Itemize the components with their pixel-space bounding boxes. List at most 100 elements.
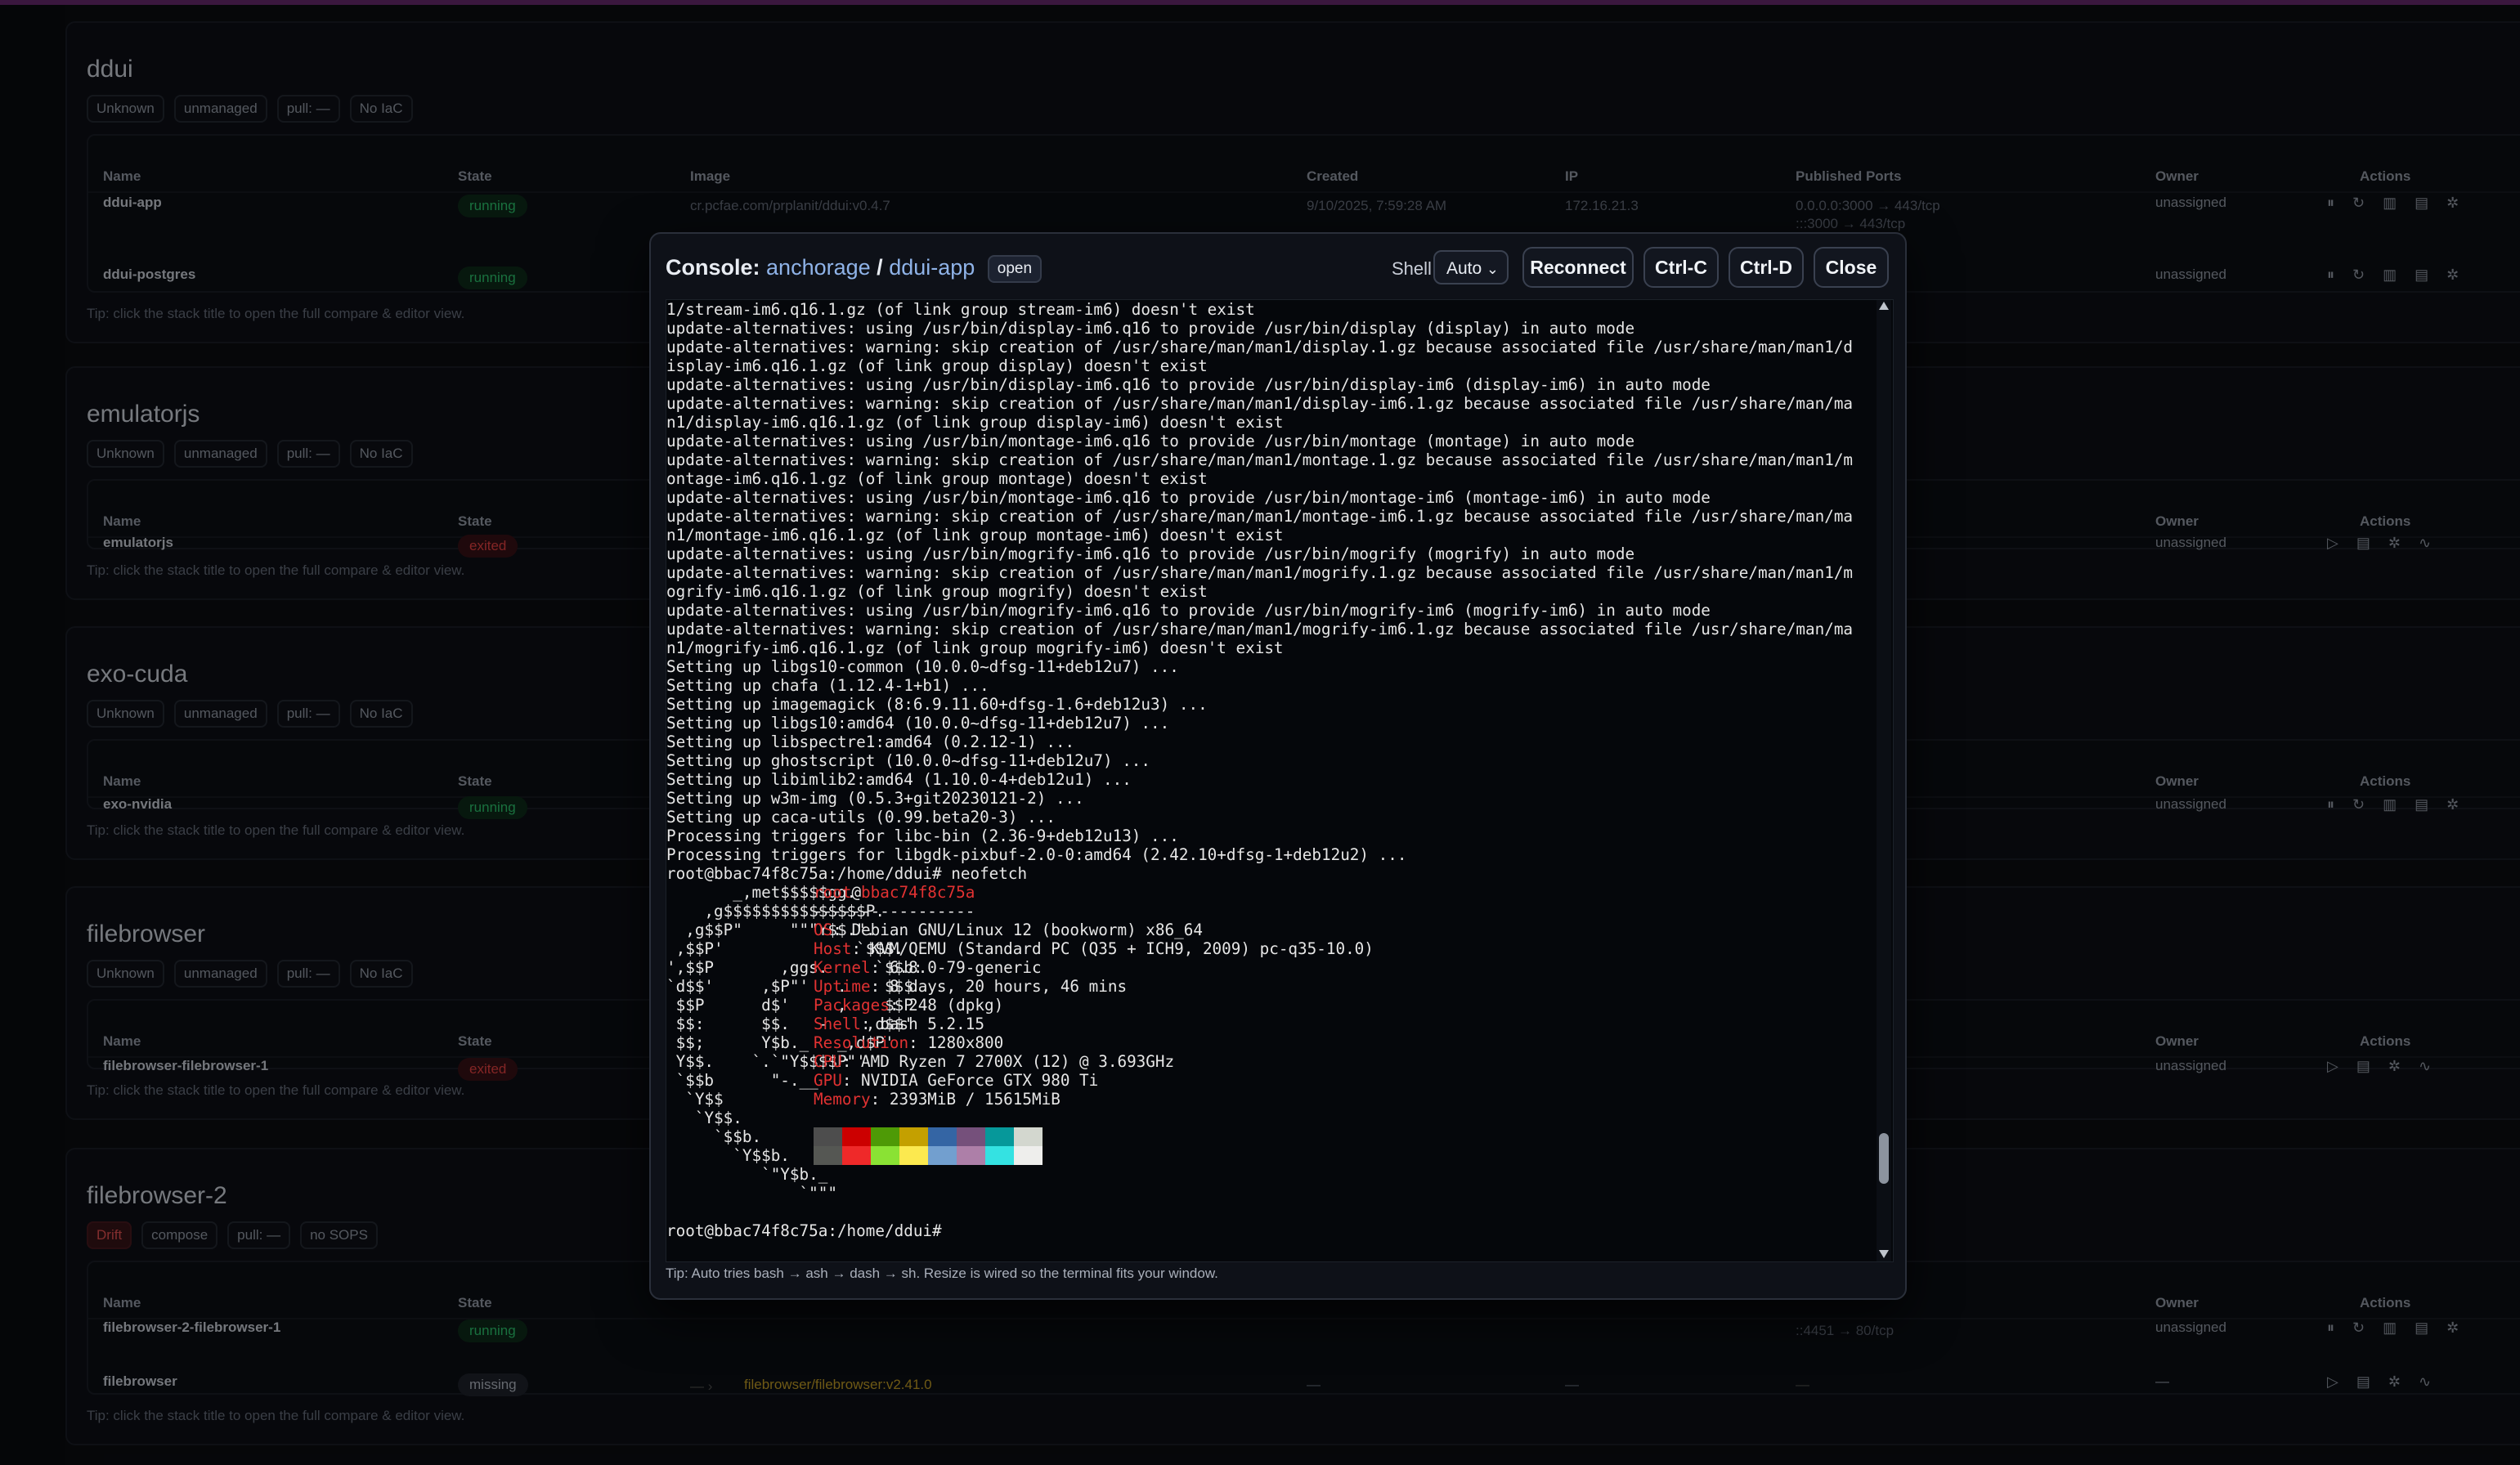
terminal-blank	[666, 1203, 1877, 1221]
neofetch-host: bbac74f8c75a	[861, 883, 975, 902]
neofetch-line: Y$$. `.`"Y$$$$P"' CPU: AMD Ryzen 7 2700X …	[666, 1052, 1877, 1071]
neofetch-info-line: OS: Debian GNU/Linux 12 (bookworm) x86_6…	[814, 921, 1203, 939]
close-button[interactable]: Close	[1814, 247, 1889, 288]
palette-swatch	[957, 1146, 985, 1165]
console-title-separator: /	[877, 255, 883, 280]
console-title: Console: anchorage / ddui-app open	[666, 255, 1043, 283]
palette-swatch	[814, 1146, 842, 1165]
ctrl-d-button[interactable]: Ctrl-D	[1729, 247, 1804, 288]
terminal-line: update-alternatives: using /usr/bin/mont…	[666, 432, 1635, 450]
neofetch-key: Uptime	[814, 977, 871, 996]
terminal-line: Setting up w3m-img (0.5.3+git20230121-2)…	[666, 789, 1084, 808]
open-status-badge: open	[987, 255, 1043, 283]
palette-swatch	[842, 1127, 871, 1146]
terminal-line: update-alternatives: using /usr/bin/disp…	[666, 375, 1711, 394]
neofetch-line: _,met$$$$$gg. root@bbac74f8c75a	[666, 883, 1877, 902]
console-host-link[interactable]: anchorage	[766, 255, 871, 280]
neofetch-user: root	[814, 883, 852, 902]
neofetch-key: Shell	[814, 1015, 862, 1033]
neofetch-value: KVM/QEMU (Standard PC (Q35 + ICH9, 2009)…	[870, 939, 1374, 958]
neofetch-info-line: Resolution: 1280x800	[814, 1033, 1003, 1052]
console-label: Console:	[666, 255, 760, 280]
neofetch-line: ',$$P ,ggs. `$$b: Kernel: 6.8.0-79-generi…	[666, 958, 1877, 977]
terminal-line: update-alternatives: using /usr/bin/mogr…	[666, 601, 1711, 620]
shell-select[interactable]: Auto ⌄	[1433, 250, 1509, 284]
neofetch-value: Debian GNU/Linux 12 (bookworm) x86_64	[851, 921, 1203, 939]
palette-swatch	[957, 1127, 985, 1146]
neofetch-key: Memory	[814, 1090, 871, 1109]
neofetch-info-line: Memory: 2393MiB / 15615MiB	[814, 1090, 1060, 1109]
terminal-line: Processing triggers for libgdk-pixbuf-2.…	[666, 845, 1407, 864]
terminal-line: Setting up ghostscript (10.0.0~dfsg-11+d…	[666, 751, 1151, 770]
neofetch-value: 8 days, 20 hours, 46 mins	[889, 977, 1128, 996]
terminal-line: update-alternatives: using /usr/bin/mogr…	[666, 544, 1635, 563]
palette-swatch	[985, 1127, 1014, 1146]
terminal-line: Setting up libgs10-common (10.0.0~dfsg-1…	[666, 657, 1179, 676]
neofetch-key: OS	[814, 921, 833, 939]
terminal-line: update-alternatives: using /usr/bin/disp…	[666, 319, 1635, 338]
terminal-line: Setting up libgs10:amd64 (10.0.0~dfsg-11…	[666, 714, 1170, 732]
scroll-up-arrow-icon[interactable]	[1879, 302, 1889, 310]
terminal-scrollbar[interactable]	[1877, 300, 1891, 1261]
neofetch-info-line: Packages: 248 (dpkg)	[814, 996, 1003, 1015]
ctrl-c-button[interactable]: Ctrl-C	[1643, 247, 1719, 288]
neofetch-info-line: -----------------	[814, 902, 975, 921]
neofetch-colon: :	[841, 1052, 862, 1071]
palette-swatch	[842, 1146, 871, 1165]
neofetch-art-line: `Y$$b.	[666, 1146, 790, 1165]
terminal-line: update-alternatives: warning: skip creat…	[666, 507, 1854, 526]
shell-label: Shell	[1392, 258, 1432, 279]
neofetch-line: ,g$$$$$$$$$$$$$$$P. -----------------	[666, 902, 1877, 921]
palette-swatch	[871, 1146, 899, 1165]
terminal-output[interactable]: 1/stream-im6.q16.1.gz (of link group str…	[666, 299, 1894, 1262]
neofetch-key: GPU	[814, 1071, 842, 1090]
neofetch-line: $$P d$' , $$P Packages: 248 (dpkg)	[666, 996, 1877, 1015]
neofetch-art-line: `Y$$	[666, 1090, 724, 1109]
reconnect-button[interactable]: Reconnect	[1522, 247, 1634, 288]
color-palette	[814, 1127, 1043, 1165]
neofetch-colon: :	[908, 1033, 928, 1052]
terminal-line: update-alternatives: using /usr/bin/mont…	[666, 488, 1711, 507]
neofetch-art-line: `$$b "-.__	[666, 1071, 818, 1090]
neofetch-key: Kernel	[814, 958, 871, 977]
terminal-line: update-alternatives: warning: skip creat…	[666, 338, 1854, 356]
terminal-line: Setting up imagemagick (8:6.9.11.60+dfsg…	[666, 695, 1208, 714]
neofetch-key: Host	[814, 939, 852, 958]
terminal-line: update-alternatives: warning: skip creat…	[666, 620, 1854, 638]
neofetch-line: ,$$P' `$$$. Host: KVM/QEMU (Standard PC (…	[666, 939, 1877, 958]
neofetch-art-line: `"""	[666, 1184, 837, 1203]
neofetch-info-line: root@bbac74f8c75a	[814, 883, 975, 902]
neofetch-line: `"Y$b._	[666, 1165, 1877, 1184]
palette-swatch	[871, 1127, 899, 1146]
neofetch-info-line: CPU: AMD Ryzen 7 2700X (12) @ 3.693GHz	[814, 1052, 1174, 1071]
neofetch-value: 2393MiB / 15615MiB	[889, 1090, 1060, 1109]
terminal-line: Setting up chafa (1.12.4-1+b1) ...	[666, 676, 989, 695]
terminal-line: update-alternatives: warning: skip creat…	[666, 394, 1854, 413]
neofetch-key: Resolution	[814, 1033, 909, 1052]
neofetch-line: ,g$$P" """Y$$.". OS: Debian GNU/Linux 12 …	[666, 921, 1877, 939]
neofetch-colon: :	[841, 1071, 862, 1090]
neofetch-value: 1280x800	[927, 1033, 1004, 1052]
terminal-line: n1/mogrify-im6.q16.1.gz (of link group m…	[666, 638, 1284, 657]
neofetch-line: $$: $$. - ,d$$' Shell: bash 5.2.15	[666, 1015, 1877, 1033]
neofetch-colon: :	[870, 977, 890, 996]
neofetch-art-line: `$$b.	[666, 1127, 762, 1146]
neofetch-at: @	[851, 883, 862, 902]
neofetch-colon: :	[870, 1090, 890, 1109]
neofetch-line: `Y$$ Memory: 2393MiB / 15615MiB	[666, 1090, 1877, 1109]
scroll-down-arrow-icon[interactable]	[1879, 1250, 1889, 1258]
neofetch-art-line: `Y$$.	[666, 1109, 742, 1127]
scrollbar-thumb[interactable]	[1879, 1132, 1889, 1184]
terminal-line: root@bbac74f8c75a:/home/ddui# neofetch	[666, 864, 1028, 883]
neofetch-info-line: Host: KVM/QEMU (Standard PC (Q35 + ICH9,…	[814, 939, 1374, 958]
neofetch-value: bash 5.2.15	[880, 1015, 984, 1033]
neofetch-info-line: Kernel: 6.8.0-79-generic	[814, 958, 1042, 977]
terminal-line: n1/montage-im6.q16.1.gz (of link group m…	[666, 526, 1284, 544]
console-container-link[interactable]: ddui-app	[889, 255, 975, 280]
neofetch-colon: :	[861, 1015, 881, 1033]
neofetch-key: CPU	[814, 1052, 842, 1071]
neofetch-value: NVIDIA GeForce GTX 980 Ti	[861, 1071, 1099, 1090]
palette-swatch	[1014, 1127, 1043, 1146]
palette-swatch	[814, 1127, 842, 1146]
neofetch-line: `d$$' ,$P"' . $$$ Uptime: 8 days, 20 hour…	[666, 977, 1877, 996]
